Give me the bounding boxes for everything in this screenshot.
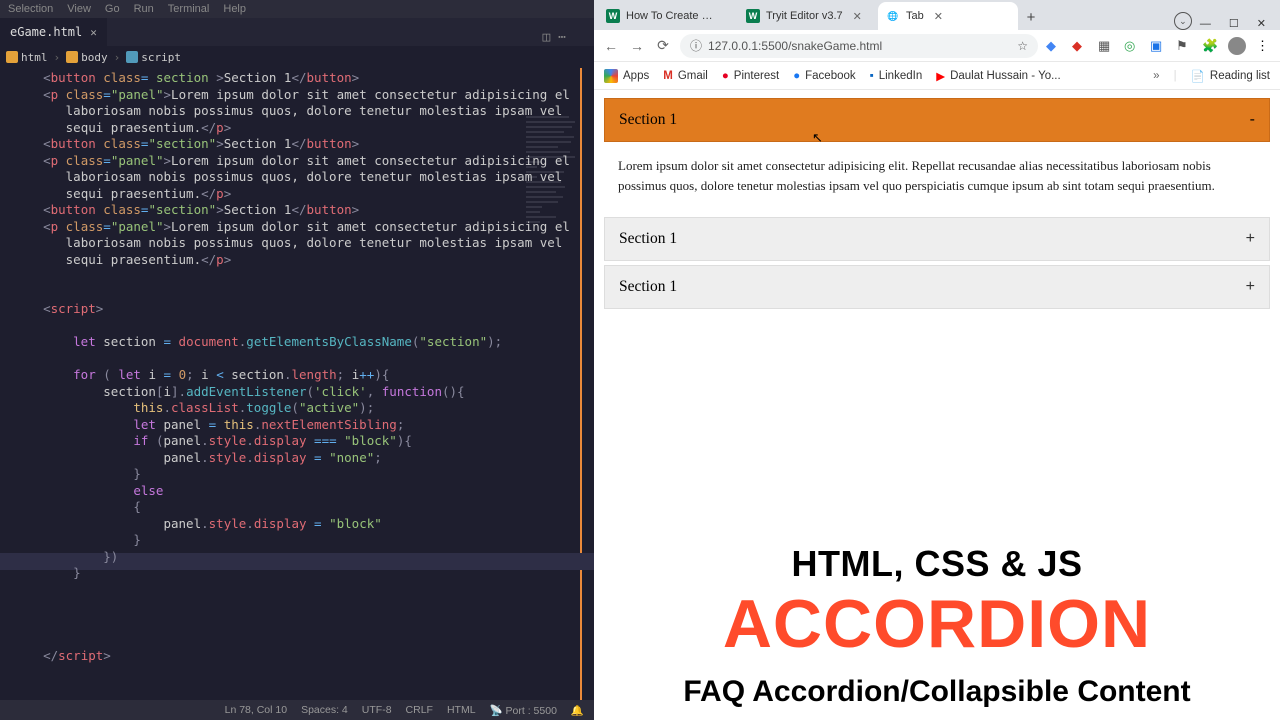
star-icon[interactable]: ☆ (1017, 39, 1028, 53)
avatar[interactable] (1228, 37, 1246, 55)
reading-list-button[interactable]: 📄Reading list (1191, 69, 1270, 83)
menu-item[interactable]: Selection (8, 3, 53, 15)
close-icon[interactable]: ✕ (1257, 17, 1266, 30)
forward-icon[interactable]: → (628, 38, 646, 54)
menu-item[interactable]: Run (134, 3, 154, 15)
ext-icon[interactable]: ▦ (1098, 38, 1114, 54)
apps-button[interactable]: Apps (604, 69, 649, 83)
split-editor-icon[interactable]: ◫ ⋯ (543, 30, 566, 45)
menu-item[interactable]: Go (105, 3, 120, 15)
status-port[interactable]: 📡 Port : 5500 (490, 704, 557, 717)
editor-tab[interactable]: eGame.html ✕ (0, 18, 107, 46)
menu-icon[interactable]: ⋮ (1256, 38, 1272, 54)
plus-icon: + (1246, 278, 1255, 296)
editor-tabbar: eGame.html ✕ ◫ ⋯ (0, 18, 594, 46)
close-icon[interactable]: ✕ (934, 10, 943, 23)
tabs-dropdown-icon[interactable]: ⌄ (1174, 12, 1192, 30)
menu-item[interactable]: View (67, 3, 91, 15)
favicon: W (606, 9, 620, 23)
ext-icon[interactable]: ◆ (1046, 38, 1062, 54)
bookmark-overflow-icon[interactable]: » (1153, 70, 1159, 82)
reload-icon[interactable]: ⟳ (654, 37, 672, 54)
favicon: W (746, 9, 760, 23)
accordion-panel-1: Lorem ipsum dolor sit amet consectetur a… (604, 142, 1270, 201)
accordion-header-2[interactable]: Section 1 + (604, 217, 1270, 261)
maximize-icon[interactable]: ☐ (1229, 17, 1239, 30)
status-spaces[interactable]: Spaces: 4 (301, 704, 348, 716)
browser-tabstrip: W How To Create an A W Tryit Editor v3.7… (594, 0, 1280, 30)
bookmark-gmail[interactable]: MGmail (663, 70, 708, 82)
minimize-icon[interactable]: — (1200, 18, 1211, 30)
close-icon[interactable]: ✕ (90, 26, 97, 39)
accordion-title: Section 1 (619, 278, 677, 296)
tab-label: eGame.html (10, 25, 82, 39)
accordion-header-3[interactable]: Section 1 + (604, 265, 1270, 309)
status-bell-icon[interactable]: 🔔 (571, 704, 584, 717)
extensions-icon[interactable]: 🧩 (1202, 38, 1218, 54)
accordion: Section 1 - Lorem ipsum dolor sit amet c… (604, 98, 1270, 309)
close-icon[interactable]: ✕ (853, 10, 862, 23)
accordion-title: Section 1 (619, 111, 677, 129)
ext-icon[interactable]: ⚑ (1176, 38, 1192, 54)
bookmark-pinterest[interactable]: ●Pinterest (722, 70, 779, 82)
status-eol[interactable]: CRLF (406, 704, 433, 716)
page-viewport: Section 1 - Lorem ipsum dolor sit amet c… (594, 90, 1280, 720)
tab-label: Tryit Editor v3.7 (766, 10, 843, 22)
menu-item[interactable]: Help (223, 3, 246, 15)
bookmark-youtube[interactable]: ▶Daulat Hussain - Yo... (936, 69, 1060, 83)
ext-icon[interactable]: ◎ (1124, 38, 1140, 54)
plus-icon: + (1246, 230, 1255, 248)
cursor-icon: ↖ (812, 130, 823, 146)
browser-tab[interactable]: W How To Create an A (598, 2, 738, 30)
accordion-header-1[interactable]: Section 1 - (604, 98, 1270, 142)
status-language[interactable]: HTML (447, 704, 476, 716)
tab-label: Tab (906, 10, 924, 22)
vscode-menubar: Selection View Go Run Terminal Help (0, 0, 594, 18)
overlay-line-2: ACCORDION (604, 589, 1270, 660)
site-info-icon[interactable]: ⓘ (690, 37, 702, 54)
chrome-window: W How To Create an A W Tryit Editor v3.7… (594, 0, 1280, 720)
address-row: ← → ⟳ ⓘ 127.0.0.1:5500/snakeGame.html ☆ … (594, 30, 1280, 62)
overlay-line-3: FAQ Accordion/Collapsible Content (604, 673, 1270, 711)
browser-tab-active[interactable]: 🌐 Tab ✕ (878, 2, 1018, 30)
ext-icon[interactable]: ▣ (1150, 38, 1166, 54)
url-text: 127.0.0.1:5500/snakeGame.html (708, 39, 882, 53)
source-code: <button class= section >Section 1</butto… (28, 70, 594, 664)
status-bar: Ln 78, Col 10 Spaces: 4 UTF-8 CRLF HTML … (0, 700, 594, 720)
accordion-title: Section 1 (619, 230, 677, 248)
menu-item[interactable]: Terminal (168, 3, 210, 15)
browser-tab[interactable]: W Tryit Editor v3.7 ✕ (738, 2, 878, 30)
status-cursor[interactable]: Ln 78, Col 10 (225, 704, 287, 716)
ext-icon[interactable]: ◆ (1072, 38, 1088, 54)
bookmark-bar: Apps MGmail ●Pinterest ●Facebook ▪Linked… (594, 62, 1280, 90)
overlay-caption: HTML, CSS & JS ACCORDION FAQ Accordion/C… (604, 543, 1270, 710)
tab-label: How To Create an A (626, 10, 716, 22)
minus-icon: - (1250, 111, 1255, 129)
new-tab-button[interactable]: + (1018, 4, 1044, 30)
favicon: 🌐 (886, 9, 900, 23)
bookmark-linkedin[interactable]: ▪LinkedIn (870, 70, 923, 82)
code-editor[interactable]: <button class= section >Section 1</butto… (0, 68, 594, 700)
overlay-line-1: HTML, CSS & JS (604, 543, 1270, 585)
bookmark-facebook[interactable]: ●Facebook (793, 70, 855, 82)
window-controls: — ☐ ✕ (1200, 17, 1280, 30)
back-icon[interactable]: ← (602, 38, 620, 54)
extensions: ◆ ◆ ▦ ◎ ▣ ⚑ 🧩 ⋮ (1046, 37, 1272, 55)
vscode-window: Selection View Go Run Terminal Help eGam… (0, 0, 594, 720)
address-bar[interactable]: ⓘ 127.0.0.1:5500/snakeGame.html ☆ (680, 34, 1038, 58)
status-encoding[interactable]: UTF-8 (362, 704, 392, 716)
breadcrumb[interactable]: html› body› script (0, 46, 594, 68)
